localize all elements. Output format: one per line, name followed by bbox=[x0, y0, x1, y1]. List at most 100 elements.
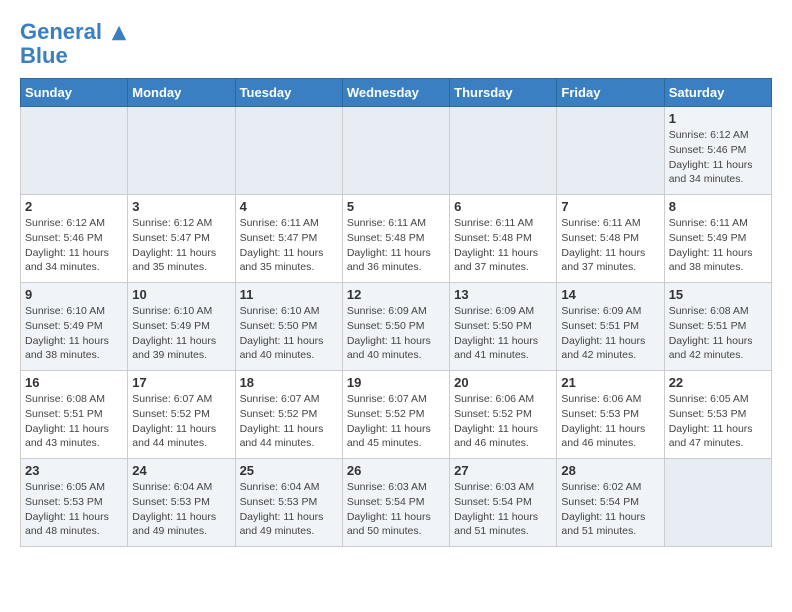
day-info: Sunrise: 6:12 AM Sunset: 5:47 PM Dayligh… bbox=[132, 216, 230, 275]
day-info: Sunrise: 6:09 AM Sunset: 5:51 PM Dayligh… bbox=[561, 304, 659, 363]
calendar-day-cell: 27 Sunrise: 6:03 AM Sunset: 5:54 PM Dayli… bbox=[450, 459, 557, 547]
day-info: Sunrise: 6:06 AM Sunset: 5:52 PM Dayligh… bbox=[454, 392, 552, 451]
day-info: Sunrise: 6:09 AM Sunset: 5:50 PM Dayligh… bbox=[347, 304, 445, 363]
calendar-day-cell: 22 Sunrise: 6:05 AM Sunset: 5:53 PM Dayli… bbox=[664, 371, 771, 459]
day-info: Sunrise: 6:08 AM Sunset: 5:51 PM Dayligh… bbox=[25, 392, 123, 451]
day-info: Sunrise: 6:05 AM Sunset: 5:53 PM Dayligh… bbox=[25, 480, 123, 539]
calendar-day-cell: 12 Sunrise: 6:09 AM Sunset: 5:50 PM Dayli… bbox=[342, 283, 449, 371]
day-info: Sunrise: 6:12 AM Sunset: 5:46 PM Dayligh… bbox=[25, 216, 123, 275]
day-info: Sunrise: 6:10 AM Sunset: 5:50 PM Dayligh… bbox=[240, 304, 338, 363]
calendar-header-row: SundayMondayTuesdayWednesdayThursdayFrid… bbox=[21, 79, 772, 107]
calendar-day-cell: 5 Sunrise: 6:11 AM Sunset: 5:48 PM Daylig… bbox=[342, 195, 449, 283]
day-info: Sunrise: 6:03 AM Sunset: 5:54 PM Dayligh… bbox=[454, 480, 552, 539]
day-info: Sunrise: 6:11 AM Sunset: 5:48 PM Dayligh… bbox=[561, 216, 659, 275]
day-number: 28 bbox=[561, 463, 659, 478]
logo: General Blue bbox=[20, 20, 128, 68]
calendar-table: SundayMondayTuesdayWednesdayThursdayFrid… bbox=[20, 78, 772, 547]
day-number: 3 bbox=[132, 199, 230, 214]
day-number: 17 bbox=[132, 375, 230, 390]
calendar-day-cell: 7 Sunrise: 6:11 AM Sunset: 5:48 PM Daylig… bbox=[557, 195, 664, 283]
day-number: 10 bbox=[132, 287, 230, 302]
calendar-day-cell: 15 Sunrise: 6:08 AM Sunset: 5:51 PM Dayli… bbox=[664, 283, 771, 371]
day-info: Sunrise: 6:07 AM Sunset: 5:52 PM Dayligh… bbox=[347, 392, 445, 451]
day-info: Sunrise: 6:11 AM Sunset: 5:49 PM Dayligh… bbox=[669, 216, 767, 275]
day-number: 24 bbox=[132, 463, 230, 478]
calendar-day-cell: 8 Sunrise: 6:11 AM Sunset: 5:49 PM Daylig… bbox=[664, 195, 771, 283]
day-number: 6 bbox=[454, 199, 552, 214]
day-of-week-header: Friday bbox=[557, 79, 664, 107]
calendar-day-cell: 1Sunrise: 6:12 AM Sunset: 5:46 PM Daylig… bbox=[664, 107, 771, 195]
day-of-week-header: Tuesday bbox=[235, 79, 342, 107]
day-number: 12 bbox=[347, 287, 445, 302]
day-number: 18 bbox=[240, 375, 338, 390]
calendar-day-cell: 10 Sunrise: 6:10 AM Sunset: 5:49 PM Dayli… bbox=[128, 283, 235, 371]
calendar-day-cell: 19 Sunrise: 6:07 AM Sunset: 5:52 PM Dayli… bbox=[342, 371, 449, 459]
day-info: Sunrise: 6:10 AM Sunset: 5:49 PM Dayligh… bbox=[25, 304, 123, 363]
day-number: 16 bbox=[25, 375, 123, 390]
day-info: Sunrise: 6:11 AM Sunset: 5:48 PM Dayligh… bbox=[347, 216, 445, 275]
calendar-day-cell bbox=[450, 107, 557, 195]
calendar-day-cell: 26 Sunrise: 6:03 AM Sunset: 5:54 PM Dayli… bbox=[342, 459, 449, 547]
calendar-day-cell: 14Sunrise: 6:09 AM Sunset: 5:51 PM Dayli… bbox=[557, 283, 664, 371]
logo-text2: Blue bbox=[20, 44, 128, 68]
day-number: 23 bbox=[25, 463, 123, 478]
calendar-day-cell: 20Sunrise: 6:06 AM Sunset: 5:52 PM Dayli… bbox=[450, 371, 557, 459]
day-info: Sunrise: 6:04 AM Sunset: 5:53 PM Dayligh… bbox=[132, 480, 230, 539]
day-info: Sunrise: 6:02 AM Sunset: 5:54 PM Dayligh… bbox=[561, 480, 659, 539]
day-number: 13 bbox=[454, 287, 552, 302]
day-number: 7 bbox=[561, 199, 659, 214]
day-info: Sunrise: 6:03 AM Sunset: 5:54 PM Dayligh… bbox=[347, 480, 445, 539]
day-info: Sunrise: 6:11 AM Sunset: 5:47 PM Dayligh… bbox=[240, 216, 338, 275]
day-info: Sunrise: 6:08 AM Sunset: 5:51 PM Dayligh… bbox=[669, 304, 767, 363]
calendar-week-row: 2Sunrise: 6:12 AM Sunset: 5:46 PM Daylig… bbox=[21, 195, 772, 283]
day-number: 27 bbox=[454, 463, 552, 478]
calendar-day-cell bbox=[235, 107, 342, 195]
calendar-day-cell: 13 Sunrise: 6:09 AM Sunset: 5:50 PM Dayli… bbox=[450, 283, 557, 371]
calendar-day-cell: 4 Sunrise: 6:11 AM Sunset: 5:47 PM Daylig… bbox=[235, 195, 342, 283]
day-number: 8 bbox=[669, 199, 767, 214]
day-number: 5 bbox=[347, 199, 445, 214]
day-number: 22 bbox=[669, 375, 767, 390]
calendar-day-cell bbox=[557, 107, 664, 195]
calendar-week-row: 16 Sunrise: 6:08 AM Sunset: 5:51 PM Dayli… bbox=[21, 371, 772, 459]
day-number: 4 bbox=[240, 199, 338, 214]
calendar-day-cell: 2Sunrise: 6:12 AM Sunset: 5:46 PM Daylig… bbox=[21, 195, 128, 283]
day-number: 25 bbox=[240, 463, 338, 478]
day-info: Sunrise: 6:06 AM Sunset: 5:53 PM Dayligh… bbox=[561, 392, 659, 451]
day-info: Sunrise: 6:09 AM Sunset: 5:50 PM Dayligh… bbox=[454, 304, 552, 363]
day-of-week-header: Thursday bbox=[450, 79, 557, 107]
calendar-day-cell: 6 Sunrise: 6:11 AM Sunset: 5:48 PM Daylig… bbox=[450, 195, 557, 283]
day-number: 26 bbox=[347, 463, 445, 478]
day-number: 9 bbox=[25, 287, 123, 302]
day-info: Sunrise: 6:12 AM Sunset: 5:46 PM Dayligh… bbox=[669, 128, 767, 187]
day-of-week-header: Wednesday bbox=[342, 79, 449, 107]
calendar-day-cell: 28 Sunrise: 6:02 AM Sunset: 5:54 PM Dayli… bbox=[557, 459, 664, 547]
calendar-week-row: 1Sunrise: 6:12 AM Sunset: 5:46 PM Daylig… bbox=[21, 107, 772, 195]
calendar-day-cell: 23 Sunrise: 6:05 AM Sunset: 5:53 PM Dayli… bbox=[21, 459, 128, 547]
calendar-day-cell: 11 Sunrise: 6:10 AM Sunset: 5:50 PM Dayli… bbox=[235, 283, 342, 371]
day-number: 15 bbox=[669, 287, 767, 302]
calendar-day-cell bbox=[21, 107, 128, 195]
calendar-day-cell: 21 Sunrise: 6:06 AM Sunset: 5:53 PM Dayli… bbox=[557, 371, 664, 459]
day-of-week-header: Saturday bbox=[664, 79, 771, 107]
page-header: General Blue bbox=[20, 20, 772, 68]
calendar-day-cell bbox=[664, 459, 771, 547]
calendar-week-row: 9 Sunrise: 6:10 AM Sunset: 5:49 PM Daylig… bbox=[21, 283, 772, 371]
calendar-day-cell: 16 Sunrise: 6:08 AM Sunset: 5:51 PM Dayli… bbox=[21, 371, 128, 459]
day-info: Sunrise: 6:05 AM Sunset: 5:53 PM Dayligh… bbox=[669, 392, 767, 451]
day-number: 11 bbox=[240, 287, 338, 302]
calendar-day-cell: 3 Sunrise: 6:12 AM Sunset: 5:47 PM Daylig… bbox=[128, 195, 235, 283]
calendar-day-cell bbox=[128, 107, 235, 195]
day-info: Sunrise: 6:04 AM Sunset: 5:53 PM Dayligh… bbox=[240, 480, 338, 539]
calendar-day-cell bbox=[342, 107, 449, 195]
day-number: 19 bbox=[347, 375, 445, 390]
day-info: Sunrise: 6:10 AM Sunset: 5:49 PM Dayligh… bbox=[132, 304, 230, 363]
calendar-day-cell: 17Sunrise: 6:07 AM Sunset: 5:52 PM Dayli… bbox=[128, 371, 235, 459]
logo-text: General bbox=[20, 20, 128, 44]
calendar-week-row: 23 Sunrise: 6:05 AM Sunset: 5:53 PM Dayli… bbox=[21, 459, 772, 547]
day-number: 21 bbox=[561, 375, 659, 390]
calendar-day-cell: 24 Sunrise: 6:04 AM Sunset: 5:53 PM Dayli… bbox=[128, 459, 235, 547]
day-of-week-header: Sunday bbox=[21, 79, 128, 107]
day-of-week-header: Monday bbox=[128, 79, 235, 107]
day-info: Sunrise: 6:11 AM Sunset: 5:48 PM Dayligh… bbox=[454, 216, 552, 275]
